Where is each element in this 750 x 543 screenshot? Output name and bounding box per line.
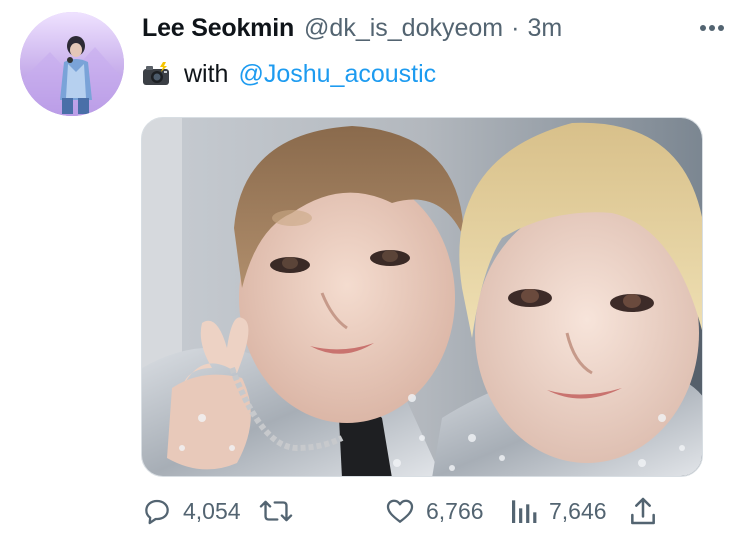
timestamp[interactable]: 3m	[527, 14, 562, 43]
tweet-header: Lee Seokmin @dk_is_dokyeom · 3m	[142, 12, 730, 44]
reply-icon	[145, 499, 169, 525]
views-bar-chart-icon	[512, 500, 537, 523]
avatar-image	[20, 12, 124, 116]
tweet-text-prefix: with	[184, 59, 229, 88]
share-button[interactable]	[628, 493, 658, 529]
retweet-button[interactable]	[259, 493, 293, 529]
mention-link[interactable]: @Joshu_acoustic	[238, 60, 436, 89]
retweet-icon	[259, 500, 293, 522]
tweet-text: with @Joshu_acoustic	[142, 58, 436, 90]
views-button[interactable]: 7,646	[509, 493, 607, 529]
avatar[interactable]	[20, 12, 124, 116]
reply-button[interactable]: 4,054	[141, 493, 241, 529]
user-handle[interactable]: @dk_is_dokyeom	[304, 14, 503, 43]
like-count: 6,766	[426, 497, 484, 524]
more-horizontal-icon	[700, 25, 724, 31]
like-button[interactable]: 6,766	[384, 493, 484, 529]
view-count: 7,646	[549, 497, 607, 524]
tweet-actions: 4,054 6,766 7,646	[141, 493, 731, 529]
selfie-photo	[142, 118, 702, 476]
separator-dot: ·	[511, 13, 520, 42]
tweet-photo[interactable]	[141, 117, 703, 477]
tweet[interactable]: Lee Seokmin @dk_is_dokyeom · 3m with @Jo…	[0, 0, 750, 543]
reply-count: 4,054	[183, 497, 241, 524]
camera-with-flash-icon	[143, 62, 169, 85]
like-heart-icon	[386, 499, 414, 523]
more-options-button[interactable]	[694, 12, 730, 44]
share-icon	[631, 497, 655, 525]
display-name[interactable]: Lee Seokmin	[142, 14, 294, 43]
